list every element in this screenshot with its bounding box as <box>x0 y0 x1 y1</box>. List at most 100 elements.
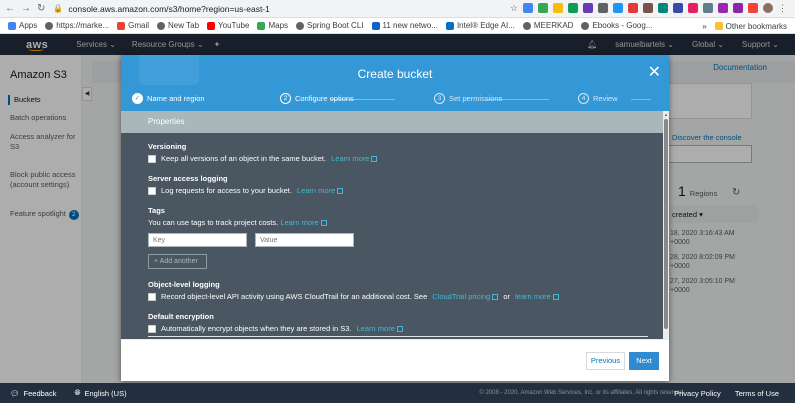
extension-icon[interactable] <box>748 3 758 13</box>
next-button[interactable]: Next <box>629 352 659 370</box>
object-logging-learn-more-link[interactable]: learn more <box>515 292 559 301</box>
create-bucket-modal: Create bucket ✕ ✓ Name and region 2 Conf… <box>121 55 669 381</box>
star-icon[interactable]: ☆ <box>510 3 518 14</box>
extension-icon[interactable] <box>523 3 533 13</box>
step-name-and-region[interactable]: ✓ Name and region <box>132 93 205 104</box>
encryption-learn-more-link[interactable]: Learn more <box>357 324 403 333</box>
privacy-policy-link[interactable]: Privacy Policy <box>674 389 721 398</box>
bookmark-marketplace[interactable]: https://marke... <box>45 21 109 30</box>
external-link-icon <box>337 188 344 194</box>
profile-avatar[interactable] <box>763 3 773 13</box>
versioning-checkbox[interactable] <box>148 154 156 163</box>
extension-icon[interactable] <box>688 3 698 13</box>
step-set-permissions[interactable]: 3 Set permissions <box>434 93 502 104</box>
step-number: 2 <box>280 93 291 104</box>
folder-icon <box>714 22 723 30</box>
address-bar[interactable]: console.aws.amazon.com/s3/home?region=us… <box>68 4 270 14</box>
extension-icon[interactable] <box>703 3 713 13</box>
scrollbar[interactable]: ▲ <box>663 111 669 339</box>
other-bookmarks[interactable]: Other bookmarks <box>714 22 787 31</box>
reload-icon[interactable]: ↻ <box>37 3 45 14</box>
bookmark-maps[interactable]: Maps <box>257 21 288 30</box>
bookmark-meerkad[interactable]: MEERKAD <box>522 21 573 30</box>
access-logging-learn-more-link[interactable]: Learn more <box>297 186 344 195</box>
object-logging-checkbox[interactable] <box>148 292 156 301</box>
tags-section: Tags You can use tags to track project c… <box>148 206 354 269</box>
cloudtrail-pricing-link[interactable]: CloudTrail pricing <box>432 292 499 301</box>
bookmark-ebooks[interactable]: Ebooks - Goog... <box>581 21 652 30</box>
check-icon: ✓ <box>132 93 143 104</box>
bookmark-apps[interactable]: Apps <box>8 21 37 30</box>
external-link-icon <box>552 294 559 300</box>
extension-icon[interactable] <box>673 3 683 13</box>
bookmark-spring-boot[interactable]: Spring Boot CLI <box>296 21 364 30</box>
properties-panel: Versioning Keep all versions of an objec… <box>121 133 663 339</box>
back-icon[interactable]: ← <box>5 3 15 14</box>
extension-icon[interactable] <box>733 3 743 13</box>
access-logging-checkbox[interactable] <box>148 186 156 195</box>
encryption-option: Automatically encrypt objects when they … <box>148 324 403 333</box>
scroll-up-icon[interactable]: ▲ <box>663 112 669 117</box>
extension-icon[interactable] <box>538 3 548 13</box>
step-review[interactable]: 4 Review <box>578 93 618 104</box>
bookmark-youtube[interactable]: YouTube <box>207 21 249 30</box>
modal-footer: Previous Next <box>121 339 669 381</box>
versioning-learn-more-link[interactable]: Learn more <box>331 154 378 163</box>
close-icon[interactable]: ✕ <box>648 65 661 81</box>
scroll-thumb[interactable] <box>664 119 668 329</box>
extension-icon[interactable] <box>568 3 578 13</box>
globe-icon <box>296 21 305 30</box>
bookmark-linkedin[interactable]: 11 new netwo... <box>371 21 438 30</box>
extension-icon[interactable] <box>658 3 668 13</box>
bookmark-intel[interactable]: Intel® Edge AI... <box>445 21 515 30</box>
copyright-text: © 2008 - 2020, Amazon Web Services, Inc.… <box>479 390 685 396</box>
object-logging-title: Object-level logging <box>148 280 220 289</box>
footer-links: Privacy Policy Terms of Use <box>674 389 779 398</box>
versioning-section: Versioning Keep all versions of an objec… <box>148 142 378 163</box>
versioning-option: Keep all versions of an object in the sa… <box>148 154 378 163</box>
access-logging-section: Server access logging Log requests for a… <box>148 174 344 195</box>
gmail-icon <box>117 21 126 30</box>
access-logging-title: Server access logging <box>148 174 228 183</box>
extension-icon[interactable] <box>553 3 563 13</box>
extension-icon[interactable] <box>643 3 653 13</box>
add-another-tag-button[interactable]: + Add another <box>148 254 207 269</box>
tags-learn-more-link[interactable]: Learn more <box>280 218 327 227</box>
globe-icon <box>45 21 54 30</box>
feedback-link[interactable]: 💬︎ Feedback <box>10 389 56 398</box>
extension-icon[interactable] <box>583 3 593 13</box>
tags-title: Tags <box>148 206 165 215</box>
bookmark-gmail[interactable]: Gmail <box>117 21 149 30</box>
external-link-icon <box>371 156 378 162</box>
globe-icon: 🌐︎ <box>74 388 81 397</box>
encryption-section: Default encryption Automatically encrypt… <box>148 312 403 333</box>
extension-icon[interactable] <box>598 3 608 13</box>
previous-button[interactable]: Previous <box>586 352 625 370</box>
intel-icon <box>445 21 454 30</box>
extension-icon[interactable] <box>613 3 623 13</box>
access-logging-option: Log requests for access to your bucket. … <box>148 186 344 195</box>
tag-value-input[interactable] <box>255 233 354 247</box>
encryption-checkbox[interactable] <box>148 324 156 333</box>
language-selector[interactable]: 🌐︎ English (US) <box>74 388 126 398</box>
modal-body: Properties Versioning Keep all versions … <box>121 111 669 339</box>
lock-icon[interactable]: 🔒 <box>53 4 63 13</box>
external-link-icon <box>396 326 403 332</box>
terms-of-use-link[interactable]: Terms of Use <box>735 389 779 398</box>
tag-key-input[interactable] <box>148 233 247 247</box>
bookmark-new-tab[interactable]: New Tab <box>157 21 199 30</box>
browser-toolbar: ← → ↻ 🔒 console.aws.amazon.com/s3/home?r… <box>0 0 795 18</box>
globe-icon <box>581 21 590 30</box>
tags-description: You can use tags to track project costs.… <box>148 218 354 227</box>
more-bookmarks-button[interactable]: » <box>702 22 706 31</box>
properties-header: Properties <box>121 111 663 133</box>
object-logging-section: Object-level logging Record object-level… <box>148 280 559 301</box>
linkedin-icon <box>371 21 380 30</box>
extension-icon[interactable] <box>718 3 728 13</box>
extension-icon[interactable] <box>628 3 638 13</box>
section-divider <box>148 336 648 337</box>
versioning-title: Versioning <box>148 142 187 151</box>
menu-icon[interactable]: ⋮ <box>778 3 787 14</box>
step-configure-options[interactable]: 2 Configure options <box>280 93 354 104</box>
forward-icon[interactable]: → <box>21 3 31 14</box>
